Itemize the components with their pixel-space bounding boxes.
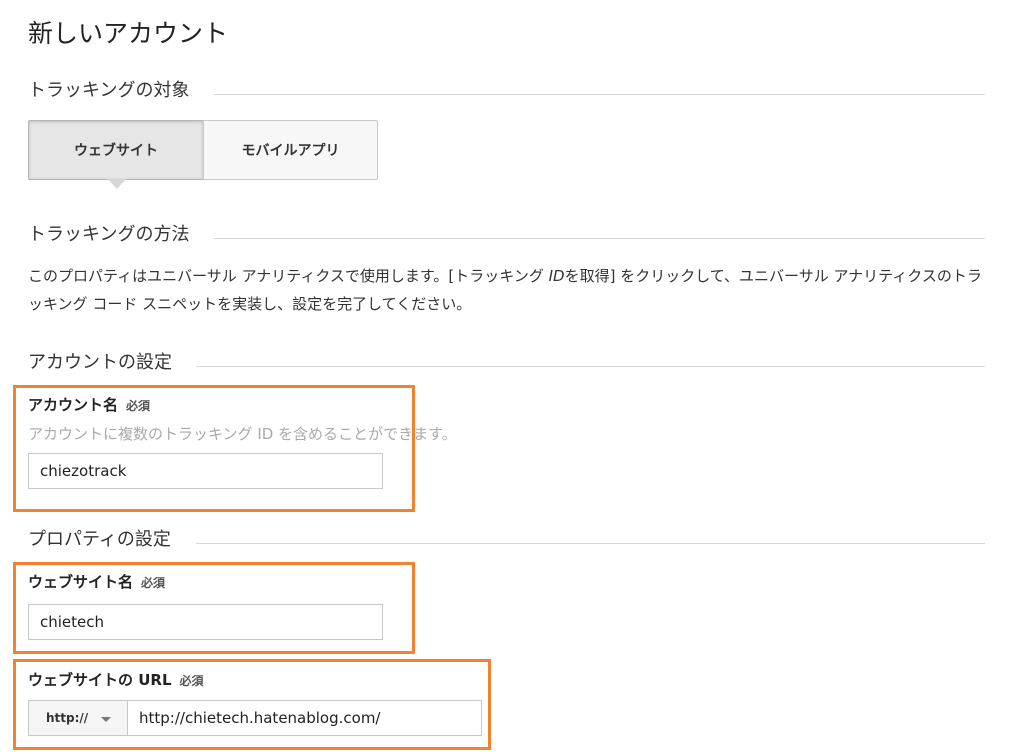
website-name-value: chietech bbox=[40, 613, 105, 631]
account-settings-heading: アカウントの設定 bbox=[28, 352, 172, 373]
property-settings-heading: プロパティの設定 bbox=[28, 529, 171, 550]
website-name-input[interactable]: chietech bbox=[28, 604, 383, 640]
mobile-app-option-button[interactable]: モバイルアプリ bbox=[203, 120, 378, 180]
tracking-method-heading: トラッキングの方法 bbox=[28, 224, 190, 245]
required-badge: 必須 bbox=[126, 399, 151, 413]
required-badge: 必須 bbox=[141, 576, 166, 590]
account-name-hint: アカウントに複数のトラッキング ID を含めることができます。 bbox=[28, 425, 457, 443]
page-title: 新しいアカウント bbox=[28, 19, 229, 48]
required-badge: 必須 bbox=[179, 674, 204, 688]
section-divider bbox=[196, 366, 985, 367]
protocol-select[interactable]: http:// bbox=[28, 700, 128, 736]
account-name-value: chiezotrack bbox=[40, 462, 127, 480]
description-text: このプロパティはユニバーサル アナリティクスで使用します。[トラッキング bbox=[28, 267, 549, 285]
account-name-label-text: アカウント名 bbox=[28, 396, 119, 414]
website-url-label-text: ウェブサイトの URL bbox=[28, 671, 172, 689]
chevron-down-icon bbox=[101, 717, 111, 722]
website-name-label-text: ウェブサイト名 bbox=[28, 573, 134, 591]
section-divider bbox=[196, 543, 985, 544]
protocol-value: http:// bbox=[46, 711, 89, 725]
description-id-text: ID bbox=[548, 267, 565, 285]
account-name-input[interactable]: chiezotrack bbox=[28, 453, 383, 489]
tracking-target-heading: トラッキングの対象 bbox=[28, 80, 190, 101]
account-name-label: アカウント名 必須 bbox=[28, 394, 150, 415]
selection-pointer-icon bbox=[108, 179, 126, 189]
section-divider bbox=[214, 94, 985, 95]
website-url-input[interactable]: http://chietech.hatenablog.com/ bbox=[127, 700, 482, 736]
mobile-app-option-label: モバイルアプリ bbox=[241, 143, 340, 159]
tracking-method-description: このプロパティはユニバーサル アナリティクスで使用します。[トラッキング IDを… bbox=[28, 262, 988, 318]
website-url-value: http://chietech.hatenablog.com/ bbox=[139, 709, 381, 727]
website-option-button[interactable]: ウェブサイト bbox=[28, 120, 204, 189]
website-option-label: ウェブサイト bbox=[74, 143, 158, 159]
section-divider bbox=[214, 238, 985, 239]
tracking-target-toggle: ウェブサイト モバイルアプリ bbox=[28, 120, 378, 189]
website-name-label: ウェブサイト名 必須 bbox=[28, 571, 165, 592]
website-url-label: ウェブサイトの URL 必須 bbox=[28, 669, 204, 690]
